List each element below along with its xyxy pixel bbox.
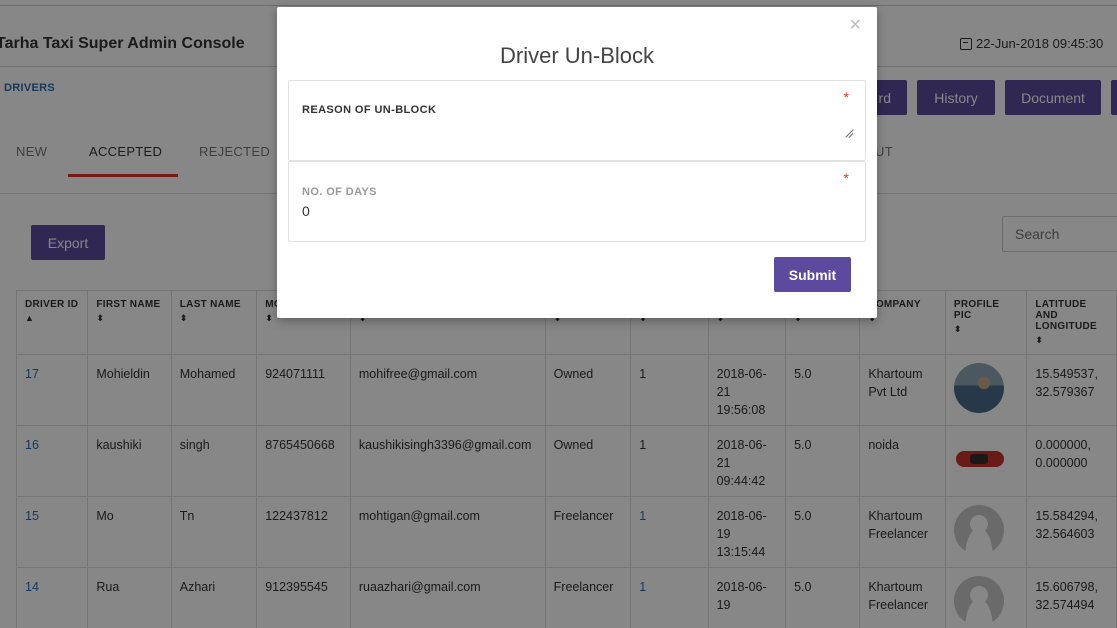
days-field[interactable]: * NO. OF DAYS 0 bbox=[288, 161, 866, 242]
submit-button[interactable]: Submit bbox=[774, 257, 851, 292]
reason-label: REASON OF UN-BLOCK bbox=[302, 104, 437, 116]
unblock-modal: × Driver Un-Block * REASON OF UN-BLOCK *… bbox=[277, 7, 877, 318]
days-input[interactable]: 0 bbox=[302, 203, 310, 219]
days-label: NO. OF DAYS bbox=[302, 186, 377, 198]
required-mark: * bbox=[843, 89, 849, 105]
required-mark: * bbox=[843, 170, 849, 186]
modal-title: Driver Un-Block bbox=[499, 43, 655, 68]
reason-field[interactable]: * REASON OF UN-BLOCK bbox=[288, 80, 866, 161]
close-icon[interactable]: × bbox=[849, 15, 861, 35]
resize-handle-icon[interactable] bbox=[844, 129, 853, 138]
